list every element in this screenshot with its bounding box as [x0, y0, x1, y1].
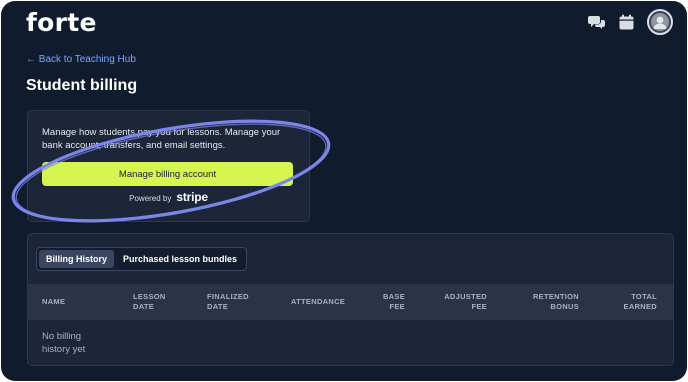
table-header: NAME LESSON DATE FINALIZED DATE ATTENDAN… — [28, 284, 673, 320]
column-header-name[interactable]: NAME — [42, 297, 65, 307]
forte-logo[interactable]: forte — [26, 8, 97, 37]
tab-purchased-lesson-bundles[interactable]: Purchased lesson bundles — [116, 250, 244, 268]
avatar[interactable] — [647, 9, 673, 35]
powered-by-label: Powered by — [129, 194, 172, 203]
column-header-total-earned[interactable]: TOTAL EARNED — [624, 292, 657, 312]
empty-state-message: No billing history yet — [42, 331, 86, 355]
billing-description: Manage how students pay you for lessons.… — [42, 127, 281, 151]
column-header-finalized-date[interactable]: FINALIZED DATE — [207, 292, 249, 312]
manage-billing-account-button[interactable]: Manage billing account — [42, 162, 293, 186]
history-tabs: Billing History Purchased lesson bundles — [36, 247, 248, 271]
stripe-logo: stripe — [176, 190, 208, 204]
back-to-teaching-hub-link[interactable]: ← Back to Teaching Hub — [26, 54, 136, 65]
powered-by-stripe: Powered by stripe — [28, 190, 309, 204]
column-header-adjusted-fee[interactable]: ADJUSTED FEE — [444, 292, 487, 312]
page-title: Student billing — [26, 77, 138, 94]
tab-billing-history[interactable]: Billing History — [39, 250, 115, 268]
header-actions — [587, 9, 673, 35]
calendar-icon[interactable] — [617, 13, 635, 31]
column-header-lesson-date[interactable]: LESSON DATE — [133, 292, 166, 312]
user-avatar-icon — [651, 13, 669, 31]
column-header-base-fee[interactable]: BASE FEE — [383, 292, 405, 312]
chat-bubbles-icon[interactable] — [587, 13, 605, 31]
column-header-retention-bonus[interactable]: RETENTION BONUS — [533, 292, 579, 312]
billing-history-card: Billing History Purchased lesson bundles… — [27, 233, 674, 366]
billing-card: Manage how students pay you for lessons.… — [27, 110, 310, 222]
app-window: forte ← Back to Teaching Hub Student bil… — [1, 1, 687, 381]
column-header-attendance[interactable]: ATTENDANCE — [291, 297, 345, 307]
